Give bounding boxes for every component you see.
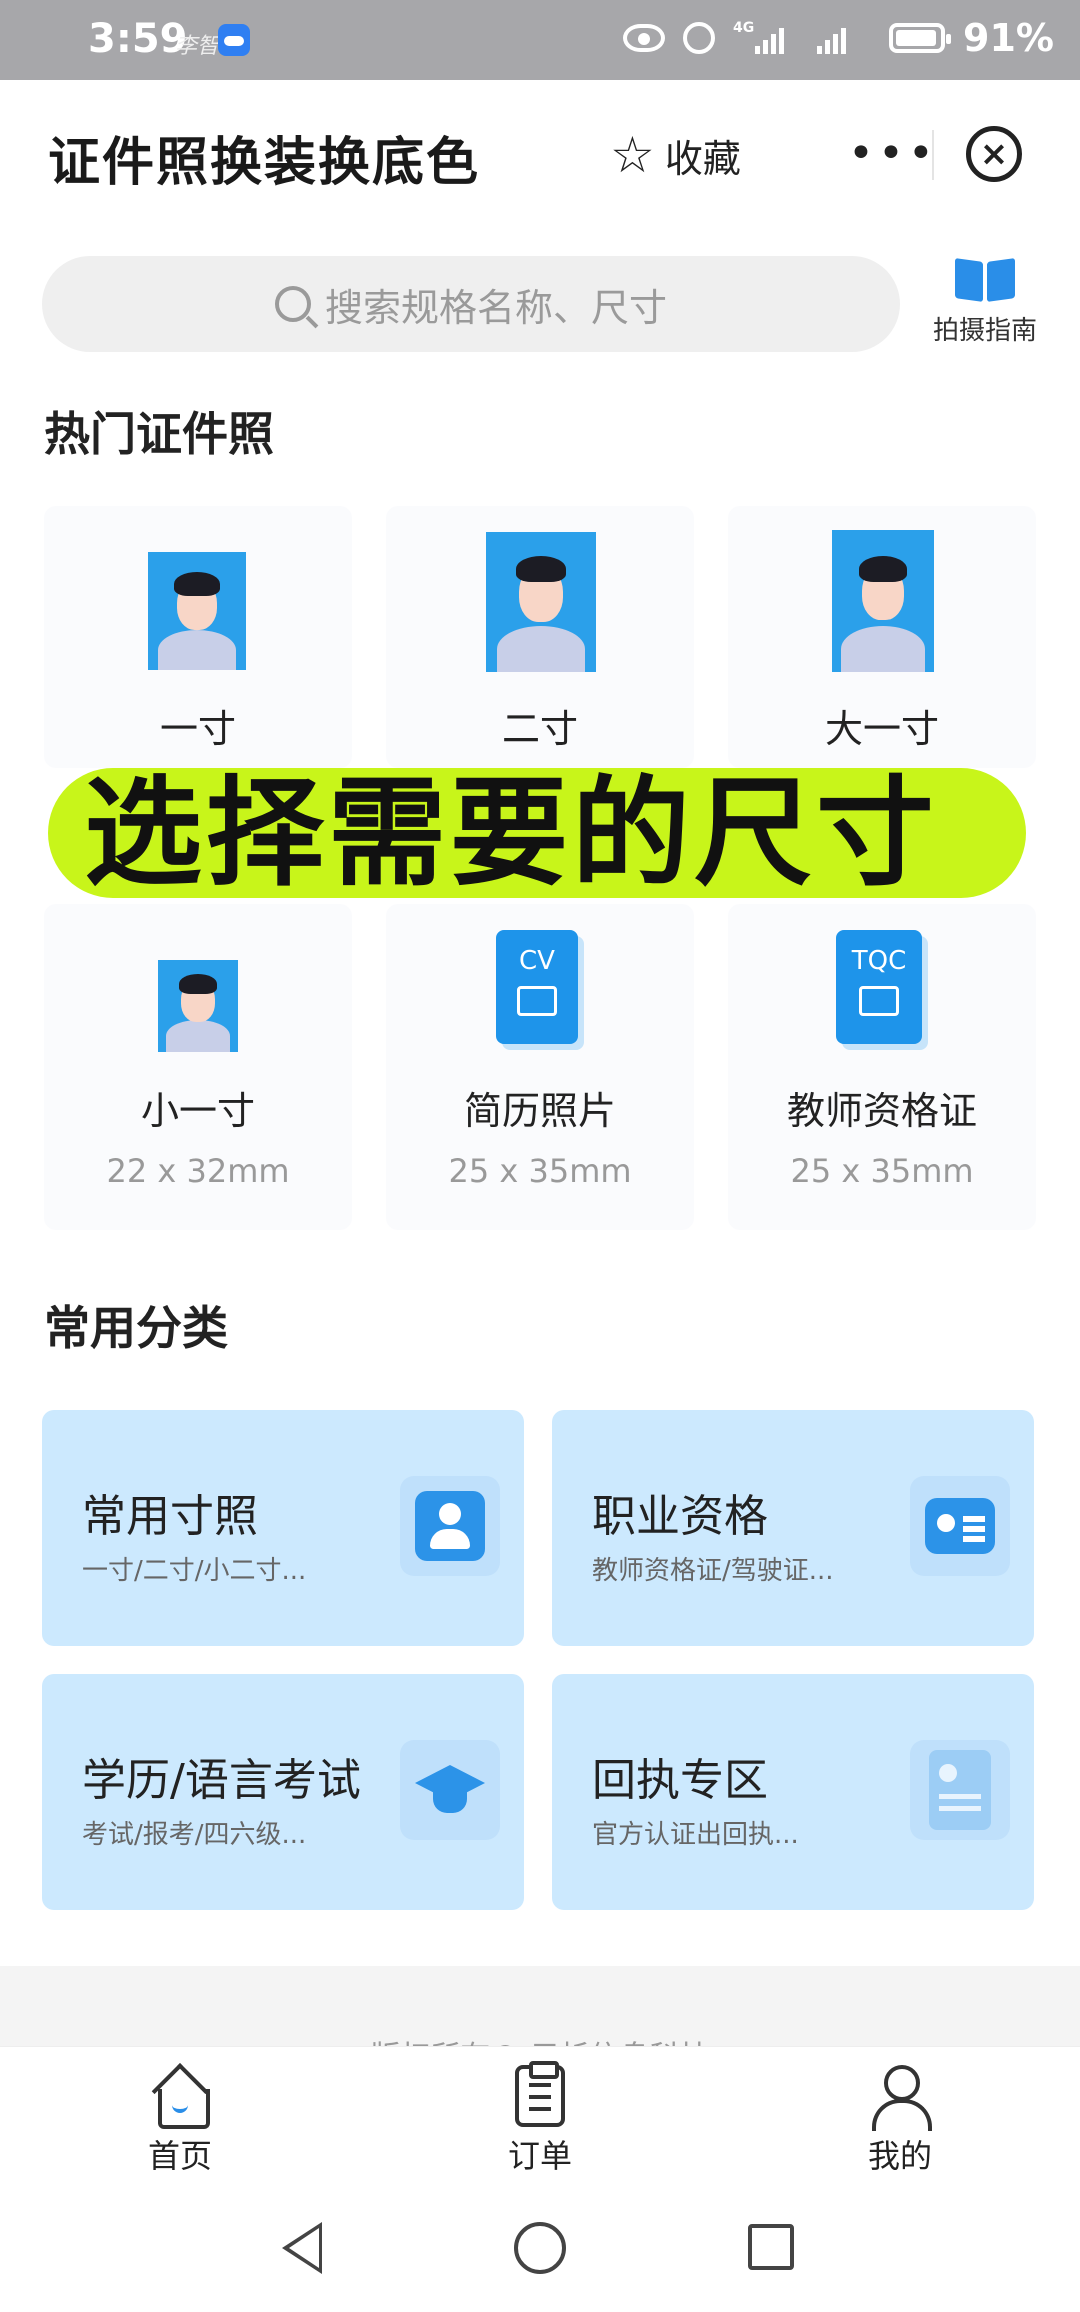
user-icon [868,2065,932,2131]
hot-section-title: 热门证件照 [44,407,274,461]
cv-icon: CV [496,930,578,1044]
battery-level: 91% [963,16,1054,60]
eye-icon [623,24,666,52]
hot-item-size: 25 x 35mm [790,1152,974,1190]
receipt-icon [929,1750,991,1830]
portrait-icon [158,960,238,1052]
category-subtitle: 一寸/二寸/小二寸... [82,1556,307,1586]
hot-item-name: 小一寸 [140,1089,255,1133]
category-subtitle: 教师资格证/驾驶证... [592,1556,834,1586]
tab-orders[interactable]: 订单 [450,2061,630,2177]
hot-item-one-inch[interactable]: 一寸 [44,506,352,768]
hot-item-small-one-inch[interactable]: 小一寸 22 x 32mm [44,904,352,1230]
footer-band: 版权所有© 元析信息科技 [0,1966,1080,2046]
alarm-icon [683,22,716,54]
hot-item-size: 22 x 32mm [106,1152,290,1190]
hot-item-name: 二寸 [501,707,578,751]
shooting-guide-label: 拍摄指南 [932,316,1037,346]
tab-mine[interactable]: 我的 [810,2065,990,2177]
star-icon: ☆ [610,126,655,184]
category-common-sizes[interactable]: 常用寸照 一寸/二寸/小二寸... [42,1410,524,1646]
system-navigation-bar [0,2186,1080,2312]
search-icon [274,286,311,322]
category-name: 学历/语言考试 [82,1755,361,1806]
mini-program-header: 证件照换装换底色 ☆ 收藏 ••• × [0,80,1080,230]
tqc-icon: TQC [836,930,922,1044]
portrait-icon [486,532,596,672]
person-card-icon [415,1491,485,1561]
battery-icon [889,23,952,53]
recent-apps-square-icon[interactable] [748,2224,794,2270]
network-type: 4G [733,20,755,36]
category-receipt-zone[interactable]: 回执专区 官方认证出回执... [552,1674,1034,1910]
tab-label: 首页 [147,2137,212,2175]
category-subtitle: 官方认证出回执... [592,1820,799,1850]
id-badge-icon [925,1498,995,1554]
tab-label: 订单 [507,2137,572,2175]
header-divider [932,130,934,180]
signal-icon-2 [811,22,871,54]
order-icon [515,2061,565,2127]
hot-item-resume-photo[interactable]: CV 简历照片 25 x 35mm [386,904,694,1230]
tab-home[interactable]: 首页 [90,2065,270,2177]
cv-icon-text: CV [519,946,555,976]
close-button[interactable]: × [966,126,1022,182]
status-bar: 3:59 李智 4G 91% [0,0,1080,80]
hot-item-name: 教师资格证 [786,1089,977,1133]
portrait-icon [148,552,246,670]
category-name: 回执专区 [592,1755,768,1806]
hot-item-name: 大一寸 [824,707,939,751]
signal-icon: 4G [733,20,793,54]
favorite-button[interactable]: ☆ 收藏 [610,126,741,184]
home-circle-icon[interactable] [514,2222,566,2274]
favorite-label: 收藏 [664,136,741,181]
home-icon [148,2065,212,2129]
cloud-icon [218,24,250,56]
hot-item-teacher-cert[interactable]: TQC 教师资格证 25 x 35mm [728,904,1036,1230]
bottom-tab-bar: 首页 订单 我的 [0,2046,1080,2186]
tab-label: 我的 [867,2137,932,2175]
more-button[interactable]: ••• [848,128,938,179]
graduation-cap-icon [415,1755,485,1825]
category-name: 常用寸照 [82,1491,258,1542]
status-notification-text: 李智 [175,34,220,59]
shooting-guide-button[interactable]: 拍摄指南 [920,256,1050,356]
back-triangle-icon[interactable] [282,2222,322,2274]
category-education-language-exam[interactable]: 学历/语言考试 考试/报考/四六级... [42,1674,524,1910]
hot-item-size: 25 x 35mm [448,1152,632,1190]
close-icon: × [979,134,1009,174]
search-placeholder: 搜索规格名称、尺寸 [324,285,667,330]
hot-item-two-inch[interactable]: 二寸 [386,506,694,768]
hot-item-name: 简历照片 [463,1089,616,1133]
status-icons: 4G 91% [623,16,1054,60]
category-section-title: 常用分类 [44,1301,228,1355]
category-professional-qualification[interactable]: 职业资格 教师资格证/驾驶证... [552,1410,1034,1646]
overlay-caption-banner: 选择需要的尺寸 [48,768,1026,898]
overlay-caption-text: 选择需要的尺寸 [84,764,939,902]
page-title: 证件照换装换底色 [48,133,481,193]
tqc-icon-text: TQC [851,946,907,976]
copyright-text: 版权所有© 元析信息科技 [0,2032,1080,2046]
search-input[interactable]: 搜索规格名称、尺寸 [42,256,900,352]
status-time: 3:59 [88,16,188,62]
hot-item-name: 一寸 [159,707,236,751]
category-subtitle: 考试/报考/四六级... [82,1820,307,1850]
hot-item-big-one-inch[interactable]: 大一寸 [728,506,1036,768]
category-name: 职业资格 [592,1491,768,1542]
book-icon [955,258,1015,302]
portrait-icon [832,530,934,672]
